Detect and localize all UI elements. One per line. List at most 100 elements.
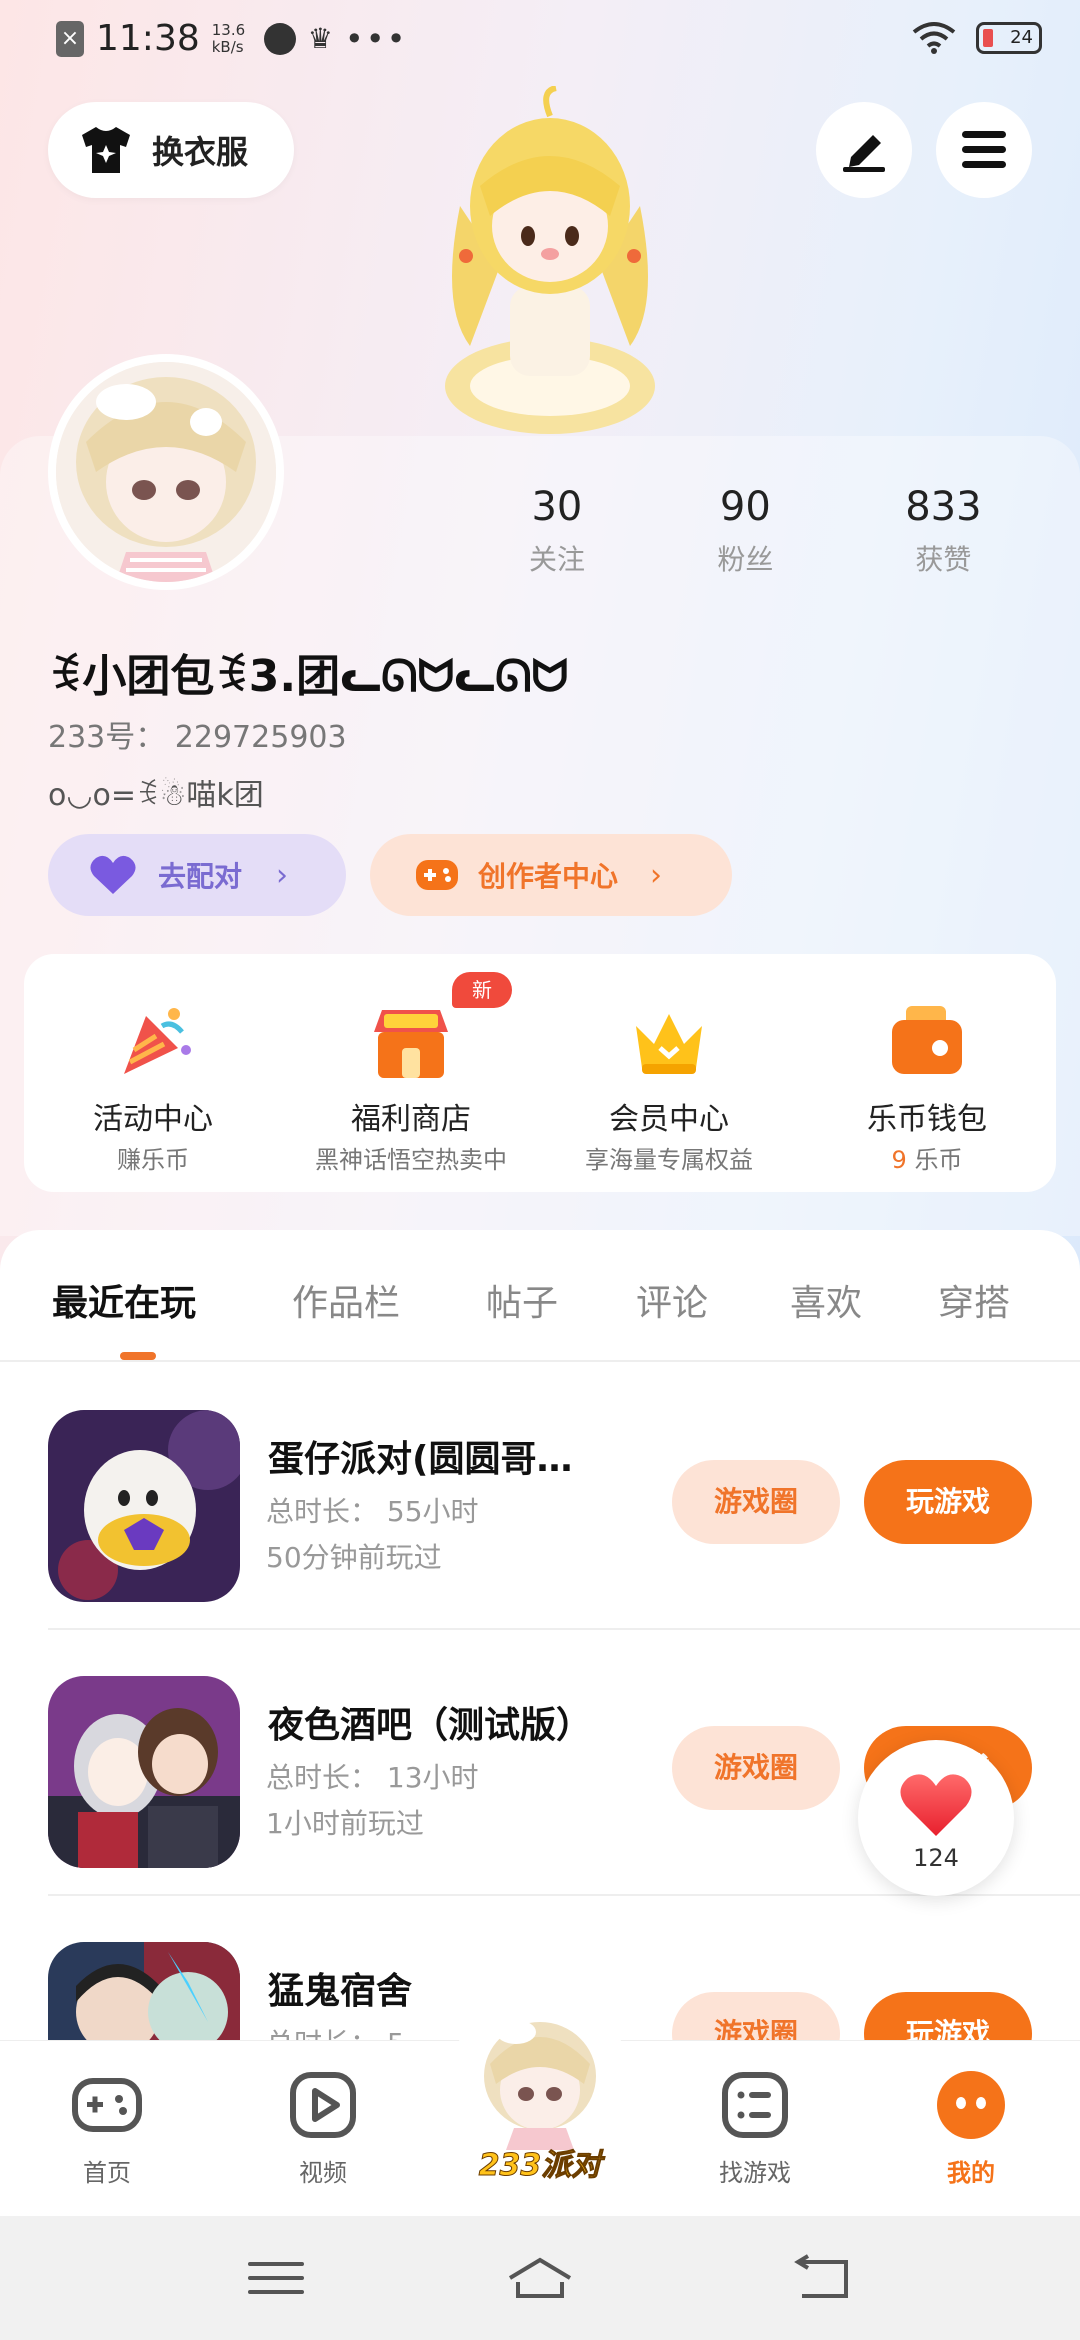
quick-sub: 黑神话悟空热卖中: [315, 1146, 507, 1174]
app-status-icon: [263, 22, 296, 55]
content-sheet: 最近在玩 作品栏 帖子 评论 喜欢 穿搭 蛋仔派对(圆圆哥… 总时长： 55小时…: [0, 1230, 1080, 2040]
game-circle-button[interactable]: 游戏圈: [672, 1726, 840, 1810]
nickname: ꉂ小团包ꉂ3.团ᓚᘏᗢᓚᘏᗢ: [48, 651, 569, 702]
game-icon: [48, 1410, 240, 1602]
avatar[interactable]: [48, 354, 284, 590]
recent-apps-icon[interactable]: [240, 2254, 312, 2302]
coin-wallet[interactable]: 乐币钱包 9 乐币: [798, 954, 1056, 1192]
home-icon[interactable]: [504, 2254, 576, 2302]
nav-label: 视频: [299, 2159, 347, 2187]
quick-entries: 活动中心 赚乐币 新 福利商店 黑神话悟空热卖中 会员中心 享海量专属权益 乐币…: [24, 954, 1056, 1192]
game-duration: 总时长： 5…: [266, 2022, 433, 2040]
tab-likes[interactable]: 喜欢: [790, 1274, 862, 1326]
change-outfit-label: 换衣服: [152, 133, 249, 171]
nav-label: 首页: [83, 2159, 131, 2187]
quick-sub: 享海量专属权益: [585, 1146, 753, 1174]
user-id[interactable]: 233号： 229725903: [48, 712, 347, 756]
game-row[interactable]: 蛋仔派对(圆圆哥… 总时长： 55小时 50分钟前玩过 游戏圈 玩游戏: [0, 1364, 1080, 1630]
nav-me[interactable]: 我的: [896, 2067, 1046, 2188]
video-icon: [290, 2072, 356, 2138]
like-count: 124: [913, 1844, 959, 1872]
wallet-icon: [892, 1006, 962, 1074]
stat-following[interactable]: 30 关注: [470, 484, 644, 578]
stat-label: 获赞: [915, 543, 972, 576]
battery-icon: 24: [976, 22, 1042, 54]
game-icon: [48, 1942, 240, 2040]
avatar-image: [56, 362, 276, 582]
nav-home[interactable]: 首页: [32, 2067, 182, 2188]
game-circle-button[interactable]: 游戏圈: [672, 1460, 840, 1544]
nav-find-games[interactable]: 找游戏: [680, 2067, 830, 2188]
crown-icon: [636, 1014, 702, 1074]
stat-fans[interactable]: 90 粉丝: [644, 484, 847, 578]
shop-icon: [374, 1010, 448, 1078]
coin-unit: 乐币: [914, 1146, 963, 1174]
game-icon: [48, 1676, 240, 1868]
quick-title: 乐币钱包: [867, 1102, 987, 1137]
chevron-right-icon: ›: [276, 857, 289, 893]
stat-value: 30: [531, 484, 583, 530]
play-game-button[interactable]: 玩游戏: [864, 1460, 1032, 1544]
wifi-icon: [912, 22, 956, 54]
status-bar: × 11:38 13.6 kB/s ♛ ••• 24: [0, 0, 1080, 84]
activity-center[interactable]: 活动中心 赚乐币: [24, 954, 282, 1192]
tab-recent[interactable]: 最近在玩: [52, 1274, 196, 1326]
nav-label: 我的: [947, 2159, 995, 2187]
creator-center-label: 创作者中心: [478, 860, 619, 893]
back-icon[interactable]: [786, 2254, 858, 2302]
stat-value: 833: [905, 484, 982, 530]
tab-comments[interactable]: 评论: [636, 1274, 708, 1326]
heart-icon: [90, 855, 136, 894]
party-avatar-icon[interactable]: [470, 2010, 610, 2150]
game-circle-button[interactable]: 游戏圈: [672, 1992, 840, 2040]
like-button[interactable]: 124: [858, 1740, 1014, 1896]
welfare-shop[interactable]: 新 福利商店 黑神话悟空热卖中: [282, 954, 540, 1192]
list-icon: [722, 2072, 788, 2138]
nav-video[interactable]: 视频: [248, 2067, 398, 2188]
creator-center-button[interactable]: 创作者中心 ›: [370, 834, 732, 916]
member-center[interactable]: 会员中心 享海量专属权益: [540, 954, 798, 1192]
stat-value: 90: [719, 484, 771, 530]
shirt-icon: [82, 127, 130, 173]
coin-balance: 9: [891, 1146, 907, 1174]
hamburger-icon: [962, 131, 1006, 168]
menu-button[interactable]: [936, 102, 1032, 198]
system-nav-bar: [0, 2216, 1080, 2340]
gamepad-icon: [72, 2078, 142, 2132]
crown-status-icon: ♛: [307, 22, 333, 55]
tab-outfits[interactable]: 穿搭: [938, 1274, 1010, 1326]
more-status-icon: •••: [344, 19, 408, 58]
quick-title: 福利商店: [351, 1102, 471, 1137]
quick-sub: 9 乐币: [798, 1140, 1056, 1175]
profile-face-icon: [937, 2071, 1005, 2139]
gamepad-icon: [416, 860, 458, 890]
change-outfit-button[interactable]: 换衣服: [48, 102, 294, 198]
heart-icon: [900, 1774, 972, 1836]
game-last-played: 50分钟前玩过: [266, 1541, 442, 1574]
stat-label: 粉丝: [717, 543, 774, 576]
status-time: 11:38: [96, 18, 200, 59]
tab-indicator: [120, 1352, 156, 1360]
pair-button[interactable]: 去配对 ›: [48, 834, 346, 916]
nav-party-label[interactable]: 233派对: [472, 2140, 608, 2184]
pair-label: 去配对: [158, 860, 243, 893]
play-game-button[interactable]: 玩游戏: [864, 1992, 1032, 2040]
quick-sub: 赚乐币: [117, 1146, 189, 1174]
character-figure[interactable]: [430, 86, 670, 438]
notification-icon: ×: [56, 20, 84, 57]
tab-bar: 最近在玩 作品栏 帖子 评论 喜欢 穿搭: [0, 1230, 1080, 1362]
quick-title: 会员中心: [609, 1102, 729, 1137]
battery-level: 24: [1010, 27, 1033, 48]
new-badge: 新: [452, 972, 512, 1008]
tab-works[interactable]: 作品栏: [292, 1274, 400, 1326]
game-duration: 总时长： 13小时: [266, 1761, 479, 1794]
nav-label: 找游戏: [719, 2159, 791, 2187]
edit-profile-button[interactable]: [816, 102, 912, 198]
game-name: 夜色酒吧（测试版）: [268, 1705, 593, 1746]
tab-posts[interactable]: 帖子: [486, 1274, 558, 1326]
stat-likes[interactable]: 833 获赞: [847, 484, 1040, 578]
game-name: 蛋仔派对(圆圆哥…: [268, 1439, 573, 1480]
stat-label: 关注: [528, 543, 585, 576]
game-last-played: 1小时前玩过: [266, 1807, 424, 1840]
profile-stats: 30 关注 90 粉丝 833 获赞: [470, 484, 1040, 578]
